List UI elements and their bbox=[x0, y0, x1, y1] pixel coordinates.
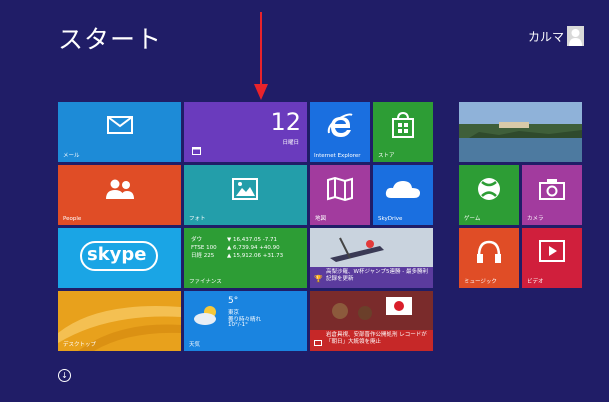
finance-tile[interactable]: ダウ FTSE 100 日経 225 ▼ 16,437.05 -7.71 ▲ 6… bbox=[184, 228, 307, 288]
photos-icon bbox=[232, 178, 258, 200]
finance-names: ダウ FTSE 100 日経 225 bbox=[191, 236, 217, 260]
mail-icon bbox=[107, 116, 133, 134]
camera-icon bbox=[539, 179, 565, 200]
finance-values: ▼ 16,437.05 -7.71 ▲ 6,739.94 +40.90 ▲ 15… bbox=[227, 236, 283, 260]
finance-row-name: 日経 225 bbox=[191, 253, 215, 259]
news-headline: 岩倉具視、安部晋作公開処刑 レコードが「朝日」大統領を廃止 bbox=[310, 330, 433, 351]
all-apps-button[interactable]: ↓ bbox=[58, 369, 71, 382]
skydrive-tile[interactable]: SkyDrive bbox=[373, 165, 433, 225]
ski-jump-photo bbox=[310, 228, 433, 269]
store-label: ストア bbox=[378, 153, 395, 159]
video-play-icon bbox=[539, 240, 565, 262]
maps-icon bbox=[327, 177, 353, 201]
user-name[interactable]: カルマ bbox=[528, 28, 564, 45]
people-tile[interactable]: People bbox=[58, 165, 181, 225]
ie-tile[interactable]: Internet Explorer bbox=[310, 102, 370, 162]
desktop-label: デスクトップ bbox=[63, 342, 97, 348]
annotation-arrow-shaft bbox=[260, 12, 262, 88]
sports-news-tile[interactable]: 高梨沙羅、W杯ジャンプ5連勝 - 最多勝利記録を更新 🏆 bbox=[310, 228, 433, 288]
maps-label: 地図 bbox=[315, 216, 327, 222]
calendar-icon bbox=[192, 147, 201, 155]
news-icon bbox=[314, 340, 322, 346]
photo-landscape-tile[interactable] bbox=[459, 102, 582, 162]
xbox-icon bbox=[478, 178, 500, 200]
skydrive-label: SkyDrive bbox=[378, 216, 403, 222]
cloudy-sun-icon bbox=[194, 306, 216, 325]
weather-temp: 5° bbox=[228, 296, 239, 306]
video-label: ビデオ bbox=[527, 279, 544, 285]
store-tile[interactable]: ストア bbox=[373, 102, 433, 162]
sports-headline: 高梨沙羅、W杯ジャンプ5連勝 - 最多勝利記録を更新 bbox=[310, 267, 433, 288]
desktop-tile[interactable]: デスクトップ bbox=[58, 291, 181, 351]
game-tile[interactable]: ゲーム bbox=[459, 165, 519, 225]
store-bag-icon bbox=[392, 112, 414, 138]
photos-tile[interactable]: フォト bbox=[184, 165, 307, 225]
people-icon bbox=[106, 179, 134, 199]
skype-tile[interactable]: skype bbox=[58, 228, 181, 288]
weather-label: 天気 bbox=[189, 342, 201, 348]
camera-label: カメラ bbox=[527, 216, 544, 222]
weather-range: 10°/-1° bbox=[228, 322, 248, 328]
trophy-icon: 🏆 bbox=[314, 275, 323, 283]
music-label: ミュージック bbox=[464, 279, 497, 285]
calendar-weekday: 日曜日 bbox=[282, 140, 299, 146]
finance-row-name: ダウ bbox=[191, 237, 203, 243]
finance-row-value: ▲ 15,912.06 +31.73 bbox=[227, 253, 284, 259]
calendar-day: 12 bbox=[270, 108, 301, 136]
page-title: スタート bbox=[58, 25, 163, 54]
finance-row-name: FTSE 100 bbox=[191, 245, 217, 251]
finance-label: ファイナンス bbox=[189, 279, 222, 285]
camera-tile[interactable]: カメラ bbox=[522, 165, 582, 225]
video-tile[interactable]: ビデオ bbox=[522, 228, 582, 288]
skype-label: skype bbox=[87, 244, 147, 265]
weather-tile[interactable]: 5° 東京 曇り時々晴れ 10°/-1° 天気 bbox=[184, 291, 307, 351]
mail-tile[interactable]: メール bbox=[58, 102, 181, 162]
annotation-arrow-head bbox=[254, 84, 268, 100]
landscape-photo bbox=[459, 102, 582, 162]
people-label: People bbox=[63, 216, 82, 222]
maps-tile[interactable]: 地図 bbox=[310, 165, 370, 225]
news-photo bbox=[310, 291, 433, 332]
mail-label: メール bbox=[63, 153, 80, 159]
headphones-icon bbox=[477, 240, 501, 263]
game-label: ゲーム bbox=[464, 216, 481, 222]
user-avatar-icon bbox=[569, 29, 582, 46]
internet-explorer-icon bbox=[327, 113, 353, 137]
photos-label: フォト bbox=[189, 216, 206, 222]
user-avatar[interactable] bbox=[567, 26, 584, 46]
skydrive-cloud-icon bbox=[385, 181, 420, 198]
finance-row-value: ▼ 16,437.05 -7.71 bbox=[227, 237, 277, 243]
finance-row-value: ▲ 6,739.94 +40.90 bbox=[227, 245, 280, 251]
calendar-tile[interactable]: 12 日曜日 bbox=[184, 102, 307, 162]
ie-label: Internet Explorer bbox=[314, 153, 361, 159]
music-tile[interactable]: ミュージック bbox=[459, 228, 519, 288]
news-tile[interactable]: 岩倉具視、安部晋作公開処刑 レコードが「朝日」大統領を廃止 bbox=[310, 291, 433, 351]
